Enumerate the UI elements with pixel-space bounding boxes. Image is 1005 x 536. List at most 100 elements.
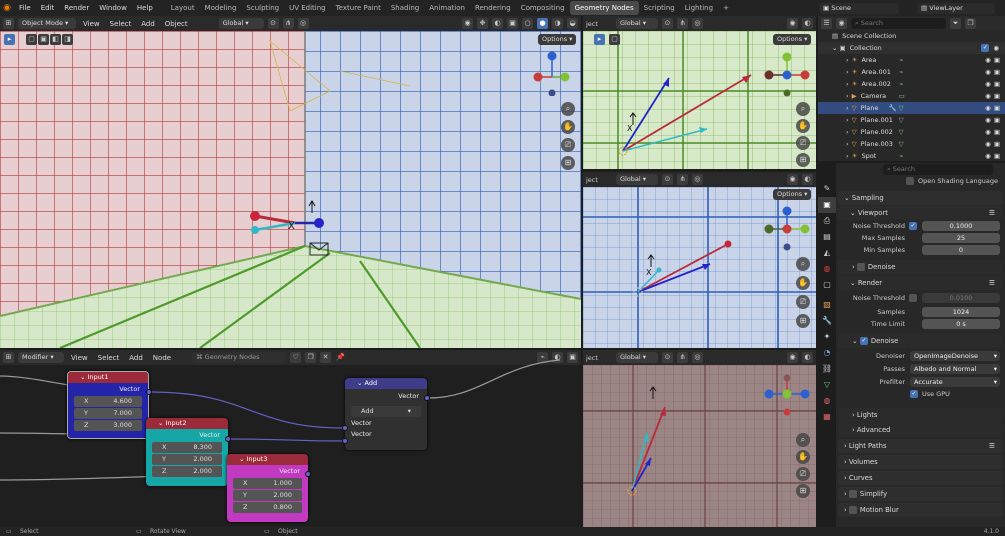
node-add-operation[interactable]: Add ▾: [351, 406, 421, 417]
menu-window[interactable]: Window: [94, 0, 132, 16]
transform-orientation-top[interactable]: Global ▾: [615, 18, 658, 29]
node-input1-x[interactable]: X 4.600: [74, 396, 142, 407]
proportional-icon-bottom[interactable]: ◎: [691, 352, 703, 363]
tab-animation[interactable]: Animation: [424, 1, 470, 15]
pan-hand-icon-mid[interactable]: ✋: [796, 276, 810, 290]
node-input3-socket[interactable]: [305, 471, 311, 477]
main-nav-gizmo[interactable]: [530, 50, 576, 96]
proportional-edit-icon[interactable]: ◎: [297, 18, 309, 29]
main-options-button[interactable]: Options ▾: [538, 34, 577, 45]
camera-view-icon[interactable]: ⎚: [561, 138, 575, 152]
node-add-input2-socket[interactable]: [342, 438, 348, 444]
tool-select-mode-1[interactable]: ▢: [26, 34, 37, 45]
tab-layout[interactable]: Layout: [166, 1, 200, 15]
preset-list-icon[interactable]: ☰: [989, 276, 995, 290]
proportional-icon-mid[interactable]: ◎: [691, 174, 703, 185]
passes-select[interactable]: Albedo and Normal ▾: [910, 364, 1000, 374]
node-input3-header[interactable]: ⌄ Input3: [227, 454, 308, 465]
osl-row[interactable]: Open Shading Language: [838, 175, 1003, 187]
render-camera-icon[interactable]: ▣: [994, 114, 1000, 126]
tool-select-box[interactable]: ▸: [4, 34, 15, 45]
node-input3-x[interactable]: X 1.000: [233, 478, 302, 489]
node-add-input1-socket[interactable]: [342, 425, 348, 431]
main-viewport[interactable]: ⊞ Object Mode ▾ View Select Add Object G…: [0, 16, 581, 348]
material-tab-icon[interactable]: ◍: [818, 393, 836, 409]
outliner-item-plane-002[interactable]: › ▽ Plane.002 ▽ ◉ ▣: [818, 126, 1005, 138]
outliner-editor-type-icon[interactable]: ☰: [821, 17, 832, 29]
tool-select-mode-2[interactable]: ▣: [38, 34, 49, 45]
outliner-item-spot[interactable]: › ☀ Spot ⌁ ◉ ▣: [818, 150, 1005, 161]
pivot-icon[interactable]: ⊙: [267, 18, 279, 29]
scene-selector[interactable]: ▣ Scene: [819, 2, 899, 14]
visibility-eye-icon[interactable]: ◉: [985, 150, 991, 161]
transform-orientation-bottom[interactable]: Global ▾: [615, 352, 658, 363]
node-input3-z[interactable]: Z 0.800: [233, 502, 302, 513]
vp-noise-threshold-field[interactable]: 0.1000: [922, 221, 1000, 231]
tab-lighting[interactable]: Lighting: [680, 1, 718, 15]
outliner-filter-icon[interactable]: ⏷: [950, 17, 961, 29]
view-layer-tab-icon[interactable]: ▤: [818, 229, 836, 245]
properties-search-input[interactable]: ⌕ Search: [883, 164, 993, 175]
outliner-item-area[interactable]: › ☀ Area ⌁ ◉ ▣: [818, 54, 1005, 66]
mid-options-button[interactable]: Options ▾: [773, 189, 812, 200]
render-tab-icon[interactable]: ▣: [818, 197, 836, 213]
outliner-item-plane-001[interactable]: › ▽ Plane.001 ▽ ◉ ▣: [818, 114, 1005, 126]
menu-edit[interactable]: Edit: [36, 0, 60, 16]
vp-denoise-checkbox[interactable]: [856, 263, 865, 271]
render-camera-icon[interactable]: ▣: [994, 90, 1000, 102]
visibility-eye-icon[interactable]: ◉: [985, 126, 991, 138]
visibility-icon[interactable]: ◉: [462, 18, 473, 29]
expand-arrow-icon[interactable]: ›: [846, 138, 849, 150]
vp-max-samples-field[interactable]: 25: [922, 233, 1000, 243]
blender-logo-icon[interactable]: ◉: [0, 3, 14, 13]
preset-list-icon[interactable]: ☰: [989, 439, 995, 453]
camera-view-icon-bottom[interactable]: ⎚: [796, 467, 810, 481]
tool-select-mode-3[interactable]: ◧: [50, 34, 61, 45]
r-noise-threshold-checkbox[interactable]: [909, 294, 917, 302]
simplify-checkbox[interactable]: [848, 490, 857, 498]
visibility-eye-icon[interactable]: ◉: [985, 66, 991, 78]
texture-tab-icon[interactable]: ▦: [818, 409, 836, 425]
bottom-nav-gizmo[interactable]: [763, 374, 811, 422]
expand-chevron-icon[interactable]: ⌄: [832, 42, 837, 54]
snap-icon-bottom[interactable]: ⋔: [676, 352, 688, 363]
output-tab-icon[interactable]: ⎙: [818, 213, 836, 229]
tool-tab-icon[interactable]: ✎: [818, 181, 836, 197]
mid-nav-gizmo[interactable]: [763, 205, 811, 253]
tool-select-mode-4[interactable]: ◨: [62, 34, 73, 45]
outliner-item-camera[interactable]: › ▶ Camera ▭ ◉ ▣: [818, 90, 1005, 102]
small-viewport-top[interactable]: ject Global ▾ ⊙ ⋔ ◎ ◉ ◐ X ▸ ▢ Options ▾: [583, 16, 816, 169]
node-editor[interactable]: ⊞ Modifier ▾ View Select Add Node ⌘ Geom…: [0, 350, 581, 527]
node-input1[interactable]: ⌄ Input1 Vector X 4.600 Y 7.000 Z 3.000: [67, 371, 149, 439]
panel-chevron-icon[interactable]: ⌄: [850, 279, 858, 287]
render-subpanel-header[interactable]: ⌄ Render ☰: [838, 276, 1003, 290]
expand-arrow-icon[interactable]: ›: [846, 102, 849, 114]
panel-chevron-icon[interactable]: ⌄: [850, 209, 858, 217]
collection-tab-icon[interactable]: ▢: [818, 277, 836, 293]
overlay-icon-top[interactable]: ◐: [802, 18, 813, 29]
collapse-chevron-icon[interactable]: ⌄: [158, 419, 166, 427]
zoom-icon-bottom[interactable]: ⌕: [796, 433, 810, 447]
visibility-eye-icon[interactable]: ◉: [985, 90, 991, 102]
tab-rendering[interactable]: Rendering: [470, 1, 516, 15]
data-tab-icon[interactable]: ▽: [818, 377, 836, 393]
constraints-tab-icon[interactable]: ⛓: [818, 361, 836, 377]
vp-min-samples-field[interactable]: 0: [922, 245, 1000, 255]
menu-render[interactable]: Render: [59, 0, 94, 16]
visibility-eye-icon[interactable]: ◉: [985, 138, 991, 150]
volumes-panel-header[interactable]: › Volumes: [838, 455, 1003, 469]
panel-chevron-icon[interactable]: ⌄: [844, 194, 852, 202]
vp-noise-threshold-checkbox[interactable]: ✓: [909, 222, 917, 230]
mode-selector[interactable]: Object Mode ▾: [18, 18, 76, 29]
visibility-icon-top[interactable]: ◉: [787, 18, 798, 29]
sampling-panel-header[interactable]: ⌄ Sampling: [838, 191, 1003, 205]
node-input2-x[interactable]: X 8.300: [152, 442, 222, 453]
expand-arrow-icon[interactable]: ›: [846, 66, 849, 78]
tab-scripting[interactable]: Scripting: [639, 1, 680, 15]
tool-select-top[interactable]: ▸: [594, 34, 605, 45]
render-camera-icon[interactable]: ▣: [994, 102, 1000, 114]
proportional-icon-top[interactable]: ◎: [691, 18, 703, 29]
outliner-search-input[interactable]: ⌕ Search: [851, 17, 946, 29]
node-input1-header[interactable]: ⌄ Input1: [68, 372, 148, 383]
modifier-tab-icon[interactable]: 🔧: [818, 313, 836, 329]
